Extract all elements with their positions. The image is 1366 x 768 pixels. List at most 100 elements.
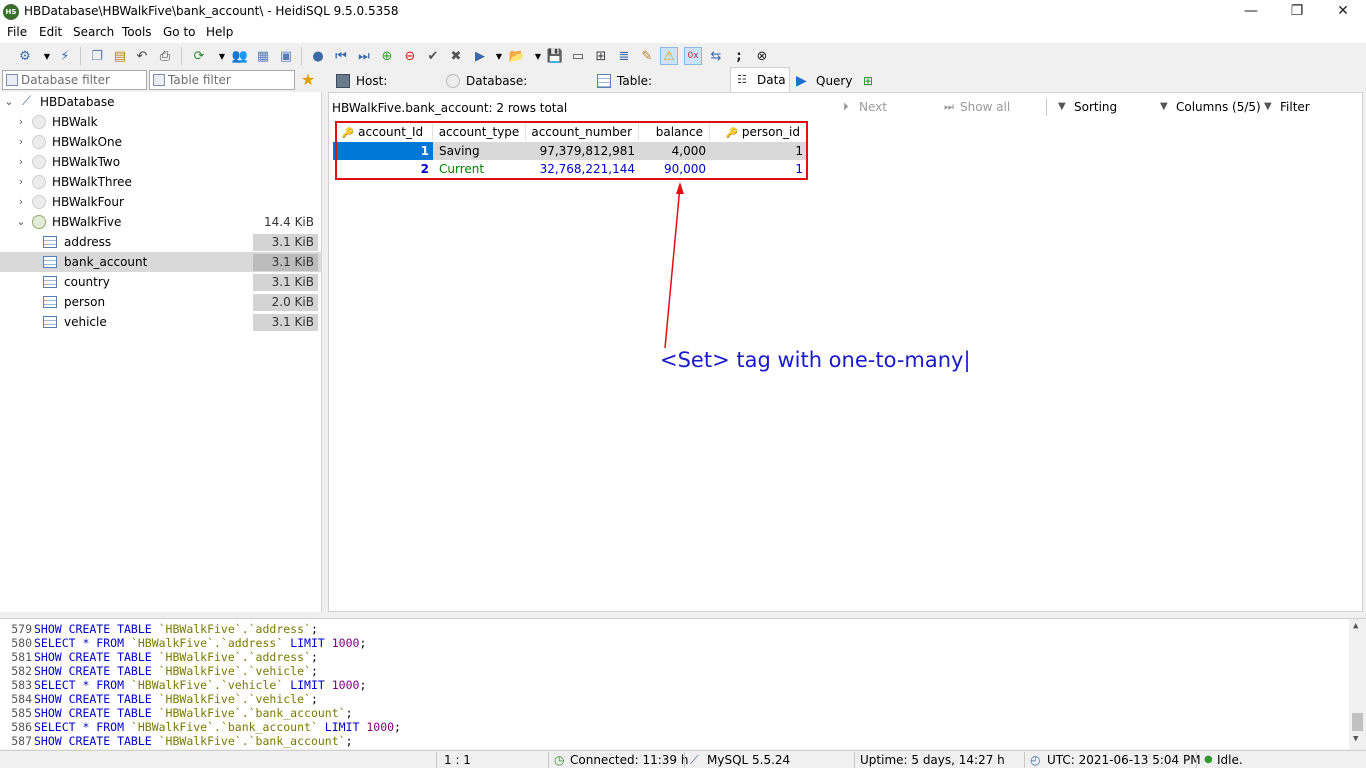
- run-query-icon[interactable]: ▶: [471, 47, 489, 65]
- new-query-tab-icon[interactable]: ⊞: [860, 74, 876, 88]
- tree-table-bank-account[interactable]: bank_account 3.1 KiB: [0, 252, 322, 272]
- add-record-icon[interactable]: ⊕: [378, 47, 396, 65]
- save-icon[interactable]: 💾: [546, 47, 564, 65]
- chevron-right-icon[interactable]: ›: [15, 154, 27, 170]
- log-token: `HBWalkFive`.`bank_account`: [158, 706, 346, 720]
- semicolon-icon[interactable]: ;: [730, 47, 748, 65]
- status-cursor: 1 : 1: [444, 753, 471, 767]
- copy-icon[interactable]: ❐: [88, 47, 106, 65]
- tab-query[interactable]: ▶ Query: [790, 70, 852, 92]
- dropdown-arrow-icon[interactable]: ▼: [38, 47, 56, 65]
- scroll-down-icon[interactable]: ▼: [1353, 734, 1358, 744]
- favorites-star-icon[interactable]: ★: [298, 70, 318, 90]
- menu-search[interactable]: Search: [73, 25, 114, 39]
- connected-icon: ◷: [554, 753, 565, 767]
- run-dropdown-icon[interactable]: ▼: [490, 47, 508, 65]
- sql-log[interactable]: 579 SHOW CREATE TABLE `HBWalkFive`.`addre…: [0, 618, 1366, 749]
- log-token: `HBWalkFive`.`address`: [158, 622, 311, 636]
- table-filter[interactable]: [149, 70, 295, 90]
- binoculars-icon[interactable]: ⊞: [592, 47, 610, 65]
- chevron-right-icon[interactable]: ›: [15, 174, 27, 190]
- menu-tools[interactable]: Tools: [122, 25, 152, 39]
- log-line-number: 580: [11, 636, 32, 650]
- tab-data[interactable]: ☷ Data: [730, 67, 790, 92]
- log-token: 1000: [331, 678, 360, 692]
- scroll-thumb[interactable]: [1352, 713, 1363, 731]
- columns-button[interactable]: ▼ Columns (5/5): [1160, 100, 1261, 114]
- log-token: SHOW CREATE TABLE: [34, 692, 159, 706]
- table-filter-input[interactable]: [168, 72, 290, 88]
- refresh-dropdown-icon[interactable]: ▼: [213, 47, 231, 65]
- database-filter[interactable]: [2, 70, 147, 90]
- tree-db-hbwalkone[interactable]: › HBWalkOne: [0, 132, 322, 152]
- post-check-icon[interactable]: ✔: [424, 47, 442, 65]
- next-icon: ⏵: [843, 100, 849, 113]
- table-icon: [43, 276, 57, 288]
- menu-edit[interactable]: Edit: [39, 25, 62, 39]
- show-all-button[interactable]: ⏭ Show all: [944, 100, 1010, 114]
- tree-db-hbwalkfour[interactable]: › HBWalkFour: [0, 192, 322, 212]
- log-token: ;: [345, 706, 353, 720]
- format-sql-icon[interactable]: ≣: [615, 47, 633, 65]
- table-icon: [43, 296, 57, 308]
- session-manager-icon[interactable]: ⚙: [16, 47, 34, 65]
- chevron-right-icon[interactable]: ›: [15, 134, 27, 150]
- restore-button[interactable]: ❐: [1274, 0, 1320, 24]
- tree-table-country[interactable]: country 3.1 KiB: [0, 272, 322, 292]
- database-filter-input[interactable]: [21, 72, 142, 88]
- cancel-x-icon[interactable]: ✖: [447, 47, 465, 65]
- log-token: SHOW CREATE TABLE: [34, 622, 159, 636]
- chevron-down-icon[interactable]: ⌄: [15, 214, 27, 230]
- chevron-right-icon[interactable]: ›: [15, 194, 27, 210]
- export-icon[interactable]: ▦: [254, 47, 272, 65]
- sorting-button[interactable]: ▼ Sorting: [1058, 100, 1117, 114]
- warning-icon[interactable]: ⚠: [660, 47, 678, 65]
- exit-icon[interactable]: ⊗: [753, 47, 771, 65]
- scroll-up-icon[interactable]: ▲: [1353, 621, 1358, 631]
- play-icon: ▶: [796, 73, 807, 89]
- disconnect-icon[interactable]: ⚡: [56, 47, 74, 65]
- menu-goto[interactable]: Go to: [163, 25, 196, 39]
- tree-db-hbwalk[interactable]: › HBWalk: [0, 112, 322, 132]
- first-record-icon[interactable]: ⏮: [332, 47, 350, 65]
- menu-help[interactable]: Help: [206, 25, 233, 39]
- tree-table-address[interactable]: address 3.1 KiB: [0, 232, 322, 252]
- tab-host[interactable]: Host: 127.0.0.1: [330, 70, 440, 110]
- next-button[interactable]: ⏵ Next: [843, 100, 887, 114]
- tree-db-hbwalktwo[interactable]: › HBWalkTwo: [0, 152, 322, 172]
- minimize-button[interactable]: —: [1228, 0, 1274, 24]
- status-connected: Connected: 11:39 h: [570, 753, 689, 767]
- tree-table-vehicle[interactable]: vehicle 3.1 KiB: [0, 312, 322, 332]
- close-window-button[interactable]: ✕: [1320, 0, 1366, 24]
- tab-table[interactable]: Table: bank_account: [591, 70, 729, 110]
- last-record-icon[interactable]: ⏭: [355, 47, 373, 65]
- paste-icon[interactable]: ▤: [111, 47, 129, 65]
- menu-file[interactable]: File: [7, 25, 27, 39]
- tree-table-person[interactable]: person 2.0 KiB: [0, 292, 322, 312]
- maintenance-icon[interactable]: ▣: [277, 47, 295, 65]
- filter-button[interactable]: ▼ Filter: [1264, 100, 1310, 114]
- main-tabs: Host: 127.0.0.1 Database: HBWalkFive Tab…: [328, 67, 1366, 110]
- save-as-icon[interactable]: ▭: [569, 47, 587, 65]
- log-scrollbar[interactable]: ▲ ▼: [1349, 619, 1366, 749]
- tab-database[interactable]: Database: HBWalkFive: [440, 70, 588, 110]
- undo-icon[interactable]: ↶: [133, 47, 151, 65]
- chevron-right-icon[interactable]: ›: [15, 114, 27, 130]
- refresh-icon[interactable]: ⟳: [190, 47, 208, 65]
- stop-on-errors-icon[interactable]: 0x: [684, 47, 702, 65]
- open-file-icon[interactable]: 📂: [508, 47, 526, 65]
- chevron-down-icon[interactable]: ⌄: [3, 94, 15, 110]
- delete-record-icon[interactable]: ⊖: [401, 47, 419, 65]
- tree-root[interactable]: ⌄ ⟋ HBDatabase: [0, 92, 322, 112]
- print-icon[interactable]: ⎙: [156, 47, 174, 65]
- tree-db-hbwalkthree[interactable]: › HBWalkThree: [0, 172, 322, 192]
- help-icon[interactable]: ●: [309, 47, 327, 65]
- wrap-icon[interactable]: ⇆: [707, 47, 725, 65]
- log-token: ;: [359, 678, 367, 692]
- edit-icon[interactable]: ✎: [638, 47, 656, 65]
- database-filter-icon: [6, 74, 18, 86]
- open-dropdown-icon[interactable]: ▼: [529, 47, 547, 65]
- user-manager-icon[interactable]: 👥: [231, 47, 249, 65]
- tree-db-hbwalkfive[interactable]: ⌄ HBWalkFive 14.4 KiB: [0, 212, 322, 232]
- log-token: 1000: [331, 636, 360, 650]
